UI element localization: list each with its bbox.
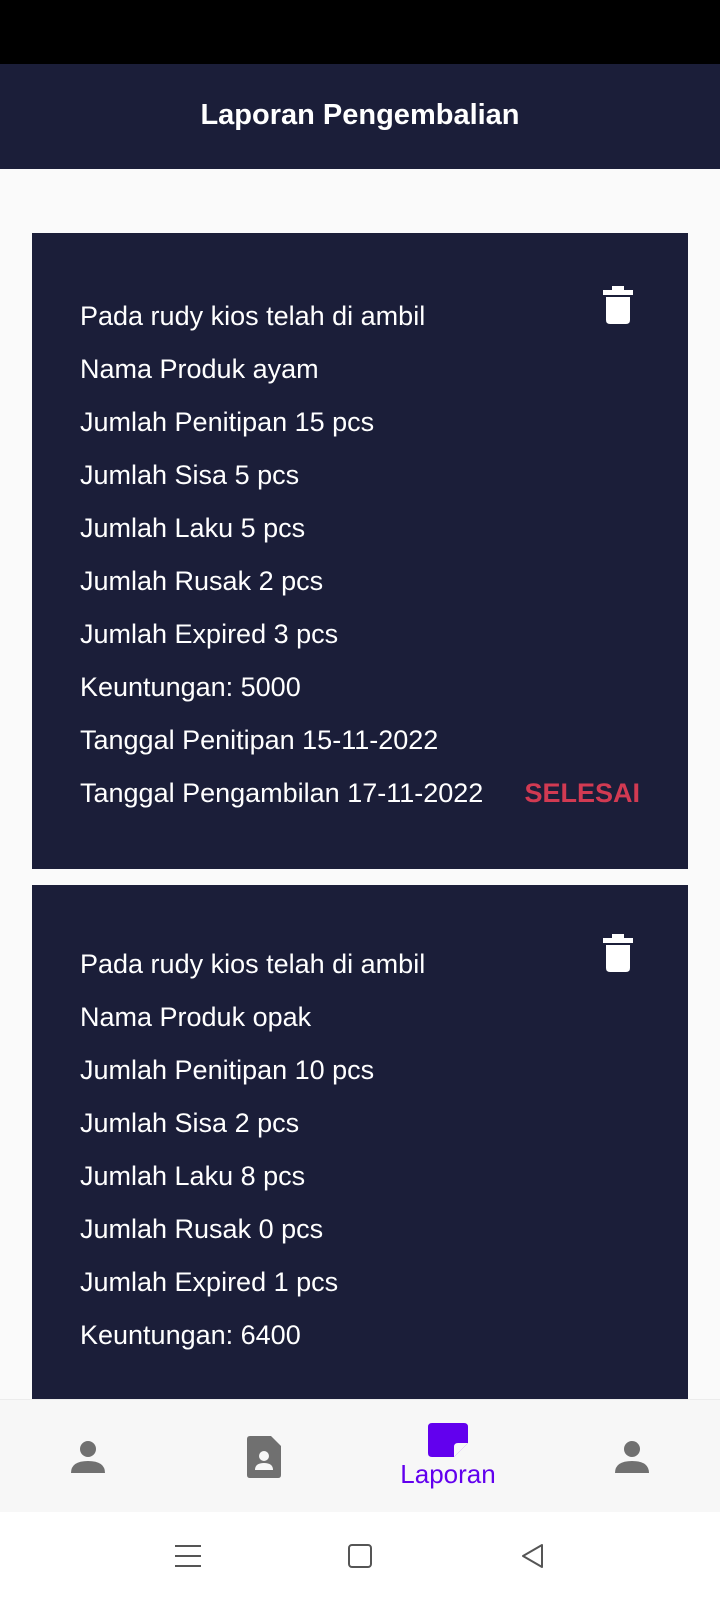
trash-icon [603,934,633,972]
report-card: Pada rudy kios telah di ambil Nama Produ… [32,885,688,1399]
system-back-button[interactable] [508,1532,556,1580]
report-expired-qty: Jumlah Expired 1 pcs [80,1267,339,1297]
home-square-icon [348,1544,372,1568]
delete-report-button[interactable] [596,279,640,331]
report-sold-qty: Jumlah Laku 8 pcs [80,1161,306,1191]
report-remaining-qty: Jumlah Sisa 2 pcs [80,1108,300,1138]
nav-item-profile[interactable] [38,1400,138,1513]
contact-document-icon [247,1435,281,1478]
report-profit: Keuntungan: 6400 [80,1320,301,1350]
system-navigation-bar [0,1512,720,1600]
report-deposit-date: Tanggal Penitipan 15-11-2022 [80,725,439,755]
system-home-button[interactable] [336,1532,384,1580]
report-pickup-date: Tanggal Pengambilan 17-11-2022 [80,778,484,808]
note-icon [428,1423,468,1457]
report-sold-qty: Jumlah Laku 5 pcs [80,513,306,543]
report-deposit-qty: Jumlah Penitipan 15 pcs [80,407,375,437]
report-damaged-qty: Jumlah Rusak 2 pcs [80,566,324,596]
report-location: Pada rudy kios telah di ambil [80,949,426,979]
nav-item-laporan[interactable]: Laporan [378,1400,518,1513]
report-card: Pada rudy kios telah di ambil Nama Produ… [32,233,688,869]
report-profit: Keuntungan: 5000 [80,672,301,702]
report-deposit-qty: Jumlah Penitipan 10 pcs [80,1055,375,1085]
report-list[interactable]: Pada rudy kios telah di ambil Nama Produ… [0,169,720,1399]
page-title: Laporan Pengembalian [200,99,520,131]
system-menu-button[interactable] [164,1532,212,1580]
report-remaining-qty: Jumlah Sisa 5 pcs [80,460,300,490]
status-badge: SELESAI [524,778,640,808]
person-icon [615,1440,649,1473]
menu-icon [175,1545,201,1567]
report-expired-qty: Jumlah Expired 3 pcs [80,619,339,649]
report-product-name: Nama Produk opak [80,1002,312,1032]
person-icon [71,1440,105,1473]
report-damaged-qty: Jumlah Rusak 0 pcs [80,1214,324,1244]
report-product-name: Nama Produk ayam [80,354,319,384]
bottom-navigation: Laporan [0,1399,720,1513]
app-bar: Laporan Pengembalian [0,64,720,169]
status-bar [0,0,720,64]
delete-report-button[interactable] [596,927,640,979]
nav-item-account[interactable] [582,1400,682,1513]
trash-icon [603,286,633,324]
report-location: Pada rudy kios telah di ambil [80,301,426,331]
nav-item-label: Laporan [400,1459,496,1489]
nav-item-contacts[interactable] [214,1400,314,1513]
back-triangle-icon [522,1544,543,1568]
